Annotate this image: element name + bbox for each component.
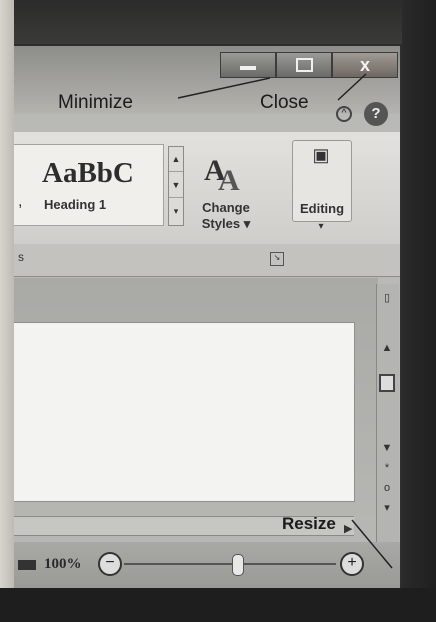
zoom-level[interactable]: 100% bbox=[44, 556, 82, 573]
scroll-down-icon[interactable]: ▼ bbox=[380, 440, 394, 456]
dialog-launcher-icon[interactable]: ↘ bbox=[270, 252, 284, 266]
gallery-more-icon[interactable]: ▾ bbox=[169, 199, 183, 223]
styles-group-label-fragment: s bbox=[18, 250, 24, 264]
photo-background-top bbox=[0, 0, 436, 44]
zoom-slider-thumb[interactable] bbox=[232, 554, 244, 576]
previous-page-icon[interactable]: * bbox=[380, 460, 394, 476]
style-gallery-scroll[interactable]: ▲ ▼ ▾ bbox=[168, 146, 184, 226]
window-controls: x bbox=[220, 52, 398, 82]
help-icon[interactable]: ? bbox=[364, 102, 388, 126]
change-styles-text: Change Styles bbox=[201, 200, 250, 231]
maximize-button[interactable] bbox=[276, 52, 332, 78]
document-page[interactable] bbox=[14, 322, 355, 502]
style-name-label: Heading 1 bbox=[44, 197, 107, 212]
vertical-scrollbar[interactable]: ▯ ▲ ▼ * o ▾ bbox=[376, 284, 399, 586]
minimize-icon bbox=[240, 66, 256, 70]
style-gallery-item[interactable]: , AaBbC Heading 1 bbox=[14, 144, 164, 226]
select-browse-object-icon[interactable]: o bbox=[380, 480, 394, 496]
status-bar: 100% − + bbox=[14, 542, 400, 588]
zoom-out-button[interactable]: − bbox=[98, 552, 122, 576]
photo-background-bottom bbox=[0, 588, 436, 622]
change-styles-caret-icon: ▾ bbox=[243, 216, 251, 231]
photo-background-left bbox=[0, 0, 14, 622]
style-gallery-separator: , bbox=[18, 193, 23, 210]
scroll-thumb[interactable] bbox=[379, 374, 395, 392]
change-styles-label: Change Styles ▾ bbox=[192, 200, 260, 232]
resize-grip-icon[interactable]: ▶ bbox=[344, 522, 358, 536]
change-styles-button[interactable]: A A Change Styles ▾ bbox=[192, 146, 260, 242]
scroll-up-icon[interactable]: ▲ bbox=[380, 340, 394, 356]
close-icon: x bbox=[359, 54, 370, 75]
zoom-slider-track[interactable] bbox=[124, 563, 336, 565]
minimize-callout-label: Minimize bbox=[58, 92, 133, 113]
close-button[interactable]: x bbox=[332, 52, 398, 78]
gallery-down-icon[interactable]: ▼ bbox=[169, 173, 183, 198]
minimize-button[interactable] bbox=[220, 52, 276, 78]
ribbon-group-label-bar bbox=[14, 244, 400, 277]
resize-callout-label: Resize bbox=[282, 514, 336, 533]
zoom-in-button[interactable]: + bbox=[340, 552, 364, 576]
change-styles-icon: A A bbox=[204, 154, 240, 194]
next-page-icon[interactable]: ▾ bbox=[380, 500, 394, 516]
photo-background-right bbox=[402, 0, 436, 622]
style-sample-text: AaBbC bbox=[42, 157, 134, 189]
word-window: x Minimize Close ^ ? , AaBbC Heading 1 ▲… bbox=[14, 44, 402, 588]
draft-view-icon[interactable] bbox=[18, 560, 36, 570]
minimize-ribbon-icon[interactable]: ^ bbox=[336, 106, 352, 122]
svg-text:A: A bbox=[218, 164, 240, 194]
editing-caret-icon: ▾ bbox=[318, 221, 324, 232]
close-callout-label: Close bbox=[260, 92, 309, 113]
binoculars-icon: ▣ bbox=[312, 145, 330, 165]
gallery-up-icon[interactable]: ▲ bbox=[169, 147, 183, 172]
editing-button[interactable]: ▣ Editing ▾ bbox=[292, 140, 352, 232]
editing-label: Editing bbox=[299, 201, 345, 216]
maximize-icon bbox=[295, 58, 313, 72]
ruler-toggle-icon[interactable]: ▯ bbox=[380, 290, 394, 306]
